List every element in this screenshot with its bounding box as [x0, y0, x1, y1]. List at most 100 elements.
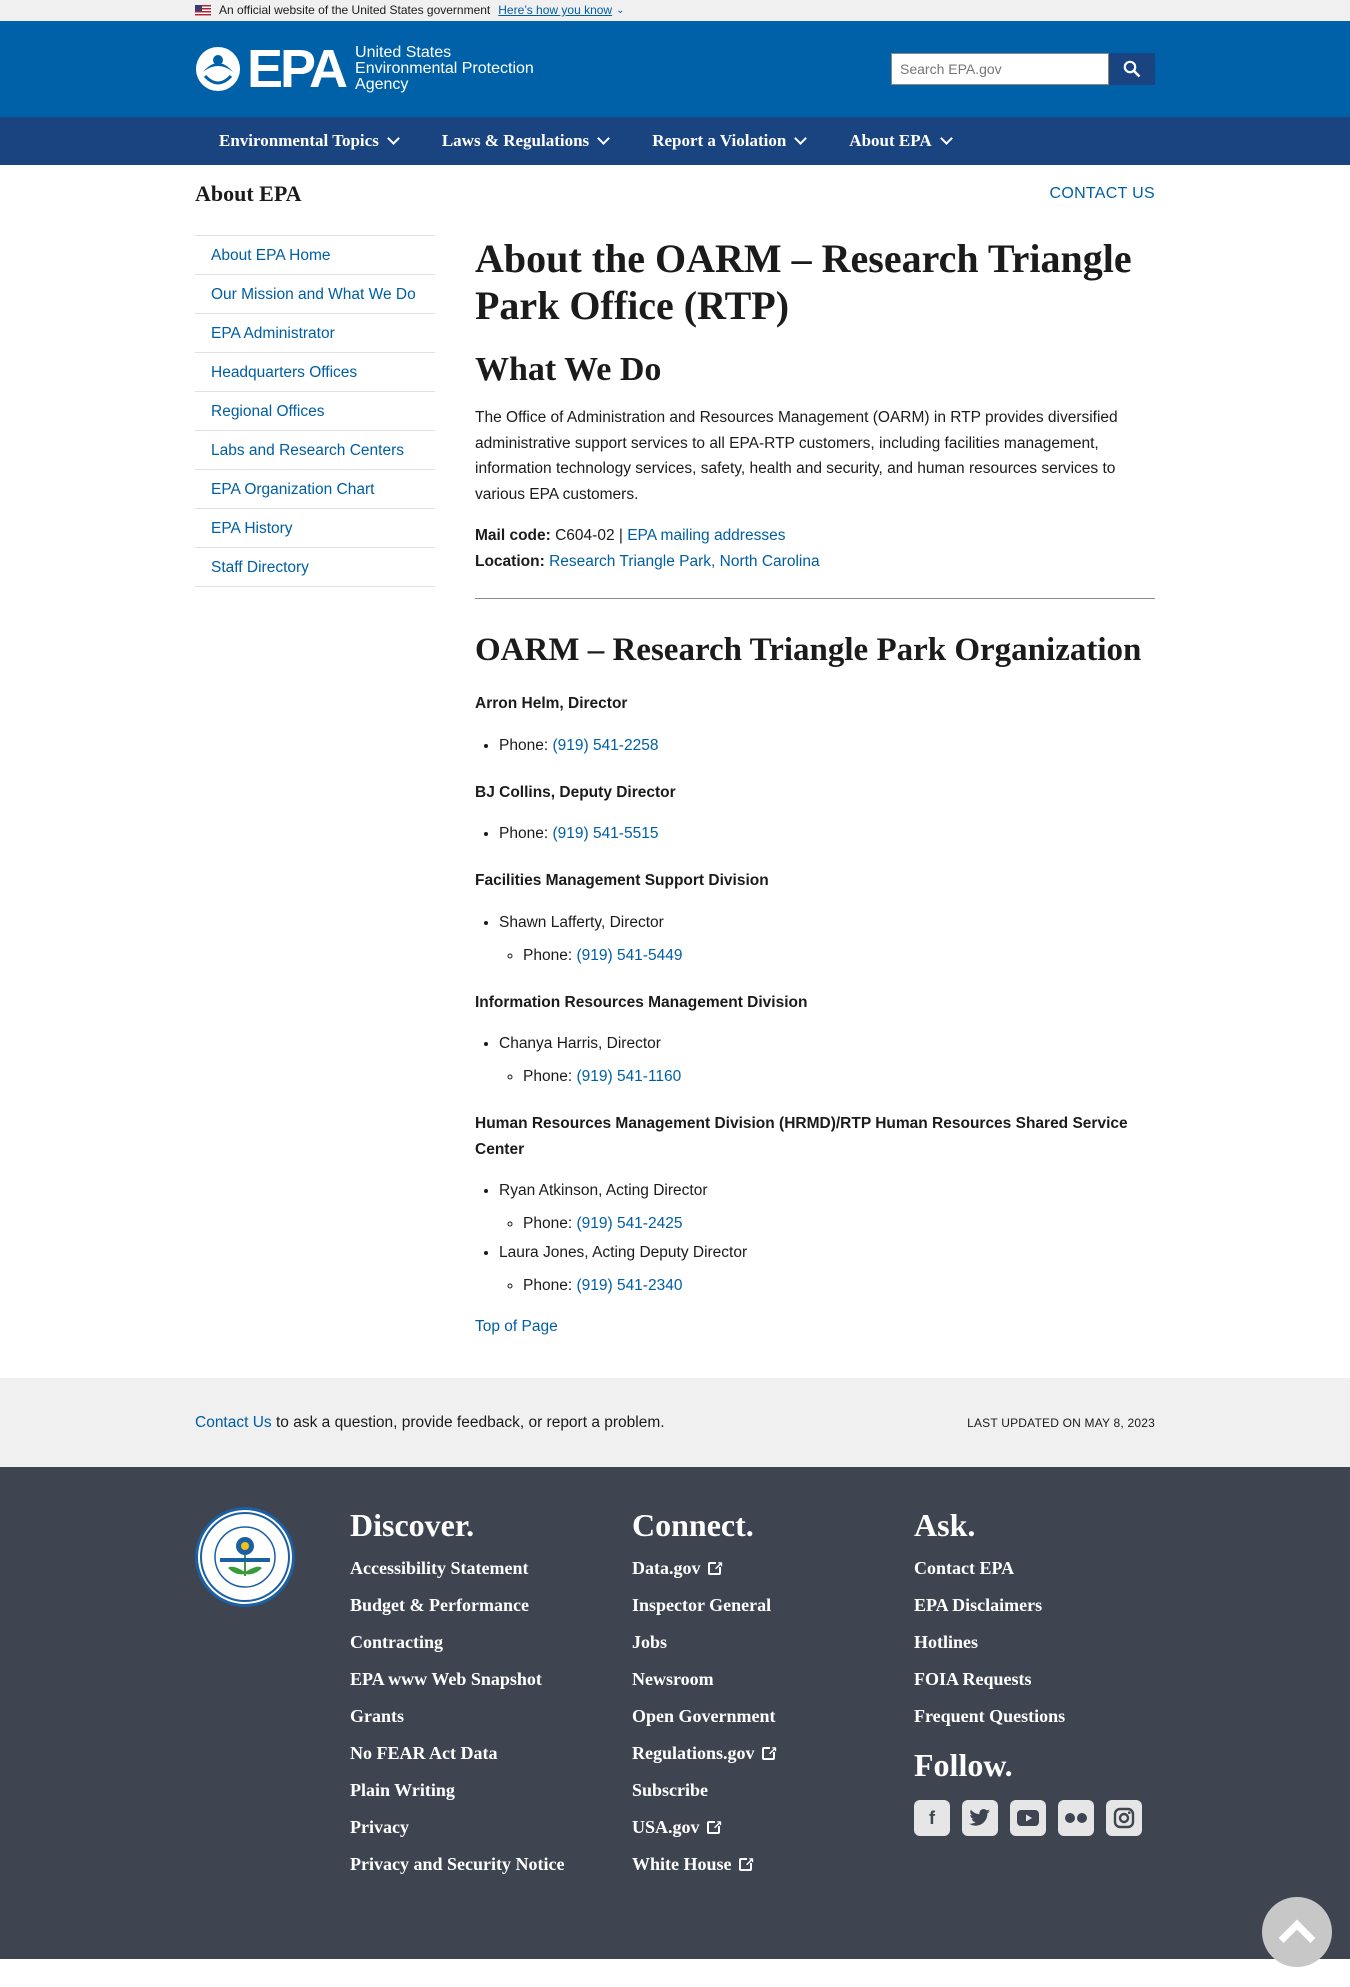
footer-link[interactable]: Newsroom — [632, 1669, 914, 1690]
phone-link[interactable]: (919) 541-2340 — [576, 1277, 682, 1294]
flickr-icon[interactable] — [1058, 1800, 1094, 1836]
search-icon — [1123, 60, 1141, 78]
footer-link[interactable]: Open Government — [632, 1706, 914, 1727]
sidebar-item-administrator[interactable]: EPA Administrator — [195, 314, 435, 353]
mail-code-label: Mail code: — [475, 527, 551, 544]
link-label: Data.gov — [632, 1558, 701, 1578]
content-area: About EPA Home Our Mission and What We D… — [0, 223, 1350, 1336]
footer-link[interactable]: USA.gov — [632, 1815, 914, 1838]
twitter-icon[interactable] — [962, 1800, 998, 1836]
list-item: Ryan Atkinson, Acting Director Phone: (9… — [499, 1178, 1155, 1236]
footer-link[interactable]: Contact EPA — [914, 1558, 1154, 1579]
logo-wordmark: EPA — [247, 39, 348, 99]
seal-graphic — [200, 1512, 290, 1602]
phone-link[interactable]: (919) 541-2258 — [552, 737, 658, 754]
footer-connect: Connect. Data.gov Inspector General Jobs… — [632, 1507, 914, 1891]
footer-link[interactable]: Regulations.gov — [632, 1741, 914, 1764]
ask-heading: Ask. — [914, 1507, 976, 1543]
footer-link[interactable]: Plain Writing — [350, 1780, 632, 1801]
footer-link[interactable]: Grants — [350, 1706, 632, 1727]
footer-link[interactable]: No FEAR Act Data — [350, 1743, 632, 1764]
organization-heading: OARM – Research Triangle Park Organizati… — [475, 632, 1142, 668]
sidebar-item-labs[interactable]: Labs and Research Centers — [195, 431, 435, 470]
footer-link[interactable]: Hotlines — [914, 1632, 1154, 1653]
sidebar-item-headquarters[interactable]: Headquarters Offices — [195, 353, 435, 392]
footer-link[interactable]: EPA www Web Snapshot — [350, 1669, 632, 1690]
last-updated: LAST UPDATED ON MAY 8, 2023 — [967, 1415, 1155, 1430]
person-name: Laura Jones, Acting Deputy Director — [499, 1244, 748, 1261]
footer-link[interactable]: Privacy and Security Notice — [350, 1854, 570, 1875]
nav-label: About EPA — [849, 131, 932, 150]
fmsd-heading: Facilities Management Support Division — [475, 872, 769, 889]
sidebar-item-org-chart[interactable]: EPA Organization Chart — [195, 470, 435, 509]
epa-seal-icon[interactable] — [195, 1507, 295, 1607]
director-contact-list: Phone: (919) 541-2258 — [475, 733, 1155, 758]
feedback-text: Contact Us to ask a question, provide fe… — [195, 1414, 665, 1432]
sidebar-item-mission[interactable]: Our Mission and What We Do — [195, 275, 435, 314]
phone-link[interactable]: (919) 541-5515 — [552, 825, 658, 842]
footer-link[interactable]: FOIA Requests — [914, 1669, 1154, 1690]
footer-link[interactable]: Inspector General — [632, 1595, 914, 1616]
nav-laws-regulations[interactable]: Laws & Regulations — [442, 131, 611, 151]
list-item: Laura Jones, Acting Deputy Director Phon… — [499, 1240, 1155, 1298]
contact-us-footer-link[interactable]: Contact Us — [195, 1414, 272, 1431]
nav-about-epa[interactable]: About EPA — [849, 131, 953, 151]
footer-discover: Discover. Accessibility Statement Budget… — [350, 1507, 632, 1891]
site-footer: Discover. Accessibility Statement Budget… — [0, 1467, 1350, 1959]
phone-label: Phone: — [523, 946, 573, 964]
phone-link[interactable]: (919) 541-1160 — [576, 1068, 681, 1085]
chevron-down-icon[interactable]: ⌄ — [616, 0, 624, 21]
connect-heading: Connect. — [632, 1507, 754, 1543]
search-input[interactable] — [891, 53, 1109, 85]
phone-label: Phone: — [499, 825, 549, 842]
person-name: Ryan Atkinson, Acting Director — [499, 1182, 708, 1199]
chevron-down-icon — [386, 132, 400, 145]
chevron-down-icon — [939, 132, 953, 145]
search-button[interactable] — [1109, 53, 1155, 85]
sidebar-item-history[interactable]: EPA History — [195, 509, 435, 548]
link-label: White House — [632, 1854, 732, 1874]
top-of-page-link[interactable]: Top of Page — [475, 1318, 558, 1336]
footer-link[interactable]: Budget & Performance — [350, 1595, 632, 1616]
footer-link[interactable]: Frequent Questions — [914, 1706, 1154, 1727]
footer-link[interactable]: White House — [632, 1852, 914, 1875]
mailing-addresses-link[interactable]: EPA mailing addresses — [627, 527, 785, 544]
location-link[interactable]: Research Triangle Park, North Carolina — [549, 553, 820, 570]
sidebar-item-staff-directory[interactable]: Staff Directory — [195, 548, 435, 587]
footer-link[interactable]: Contracting — [350, 1632, 632, 1653]
nav-environmental-topics[interactable]: Environmental Topics — [219, 131, 400, 151]
footer-link[interactable]: Jobs — [632, 1632, 914, 1653]
sidebar-item-about-epa-home[interactable]: About EPA Home — [195, 236, 435, 275]
footer-link[interactable]: Privacy — [350, 1817, 632, 1838]
back-to-top-button[interactable] — [1262, 1897, 1332, 1967]
footer-link[interactable]: EPA Disclaimers — [914, 1595, 1154, 1616]
what-we-do-heading: What We Do — [475, 351, 662, 388]
youtube-icon[interactable] — [1010, 1800, 1046, 1836]
discover-heading: Discover. — [350, 1507, 475, 1543]
phone-label: Phone: — [523, 1277, 573, 1294]
chevron-down-icon — [794, 132, 808, 145]
external-link-icon — [738, 1852, 755, 1873]
footer-link[interactable]: Subscribe — [632, 1780, 914, 1801]
heres-how-you-know-link[interactable]: Here’s how you know — [498, 0, 612, 21]
list-item: Shawn Lafferty, Director Phone: (919) 54… — [499, 910, 1155, 968]
epa-logo[interactable]: EPA United States Environmental Protecti… — [195, 42, 534, 96]
phone-link[interactable]: (919) 541-2425 — [576, 1215, 682, 1232]
footer-link[interactable]: Data.gov — [632, 1556, 914, 1579]
instagram-icon[interactable] — [1106, 1800, 1142, 1836]
nav-report-violation[interactable]: Report a Violation — [652, 131, 808, 151]
gov-banner-text: An official website of the United States… — [219, 3, 491, 17]
irmd-list: Chanya Harris, Director Phone: (919) 541… — [475, 1031, 1155, 1089]
fmsd-list: Shawn Lafferty, Director Phone: (919) 54… — [475, 910, 1155, 968]
contact-us-link[interactable]: CONTACT US — [1049, 185, 1155, 203]
phone-label: Phone: — [523, 1215, 573, 1232]
section-header: About EPA CONTACT US — [0, 165, 1350, 223]
phone-link[interactable]: (919) 541-5449 — [576, 947, 682, 964]
irmd-heading: Information Resources Management Divisio… — [475, 993, 808, 1011]
footer-link[interactable]: Accessibility Statement — [350, 1558, 632, 1579]
sidebar-item-regional-offices[interactable]: Regional Offices — [195, 392, 435, 431]
feedback-message: to ask a question, provide feedback, or … — [271, 1413, 665, 1431]
phone-label: Phone: — [499, 736, 549, 754]
facebook-icon[interactable]: f — [914, 1800, 950, 1836]
divider — [475, 598, 1155, 599]
